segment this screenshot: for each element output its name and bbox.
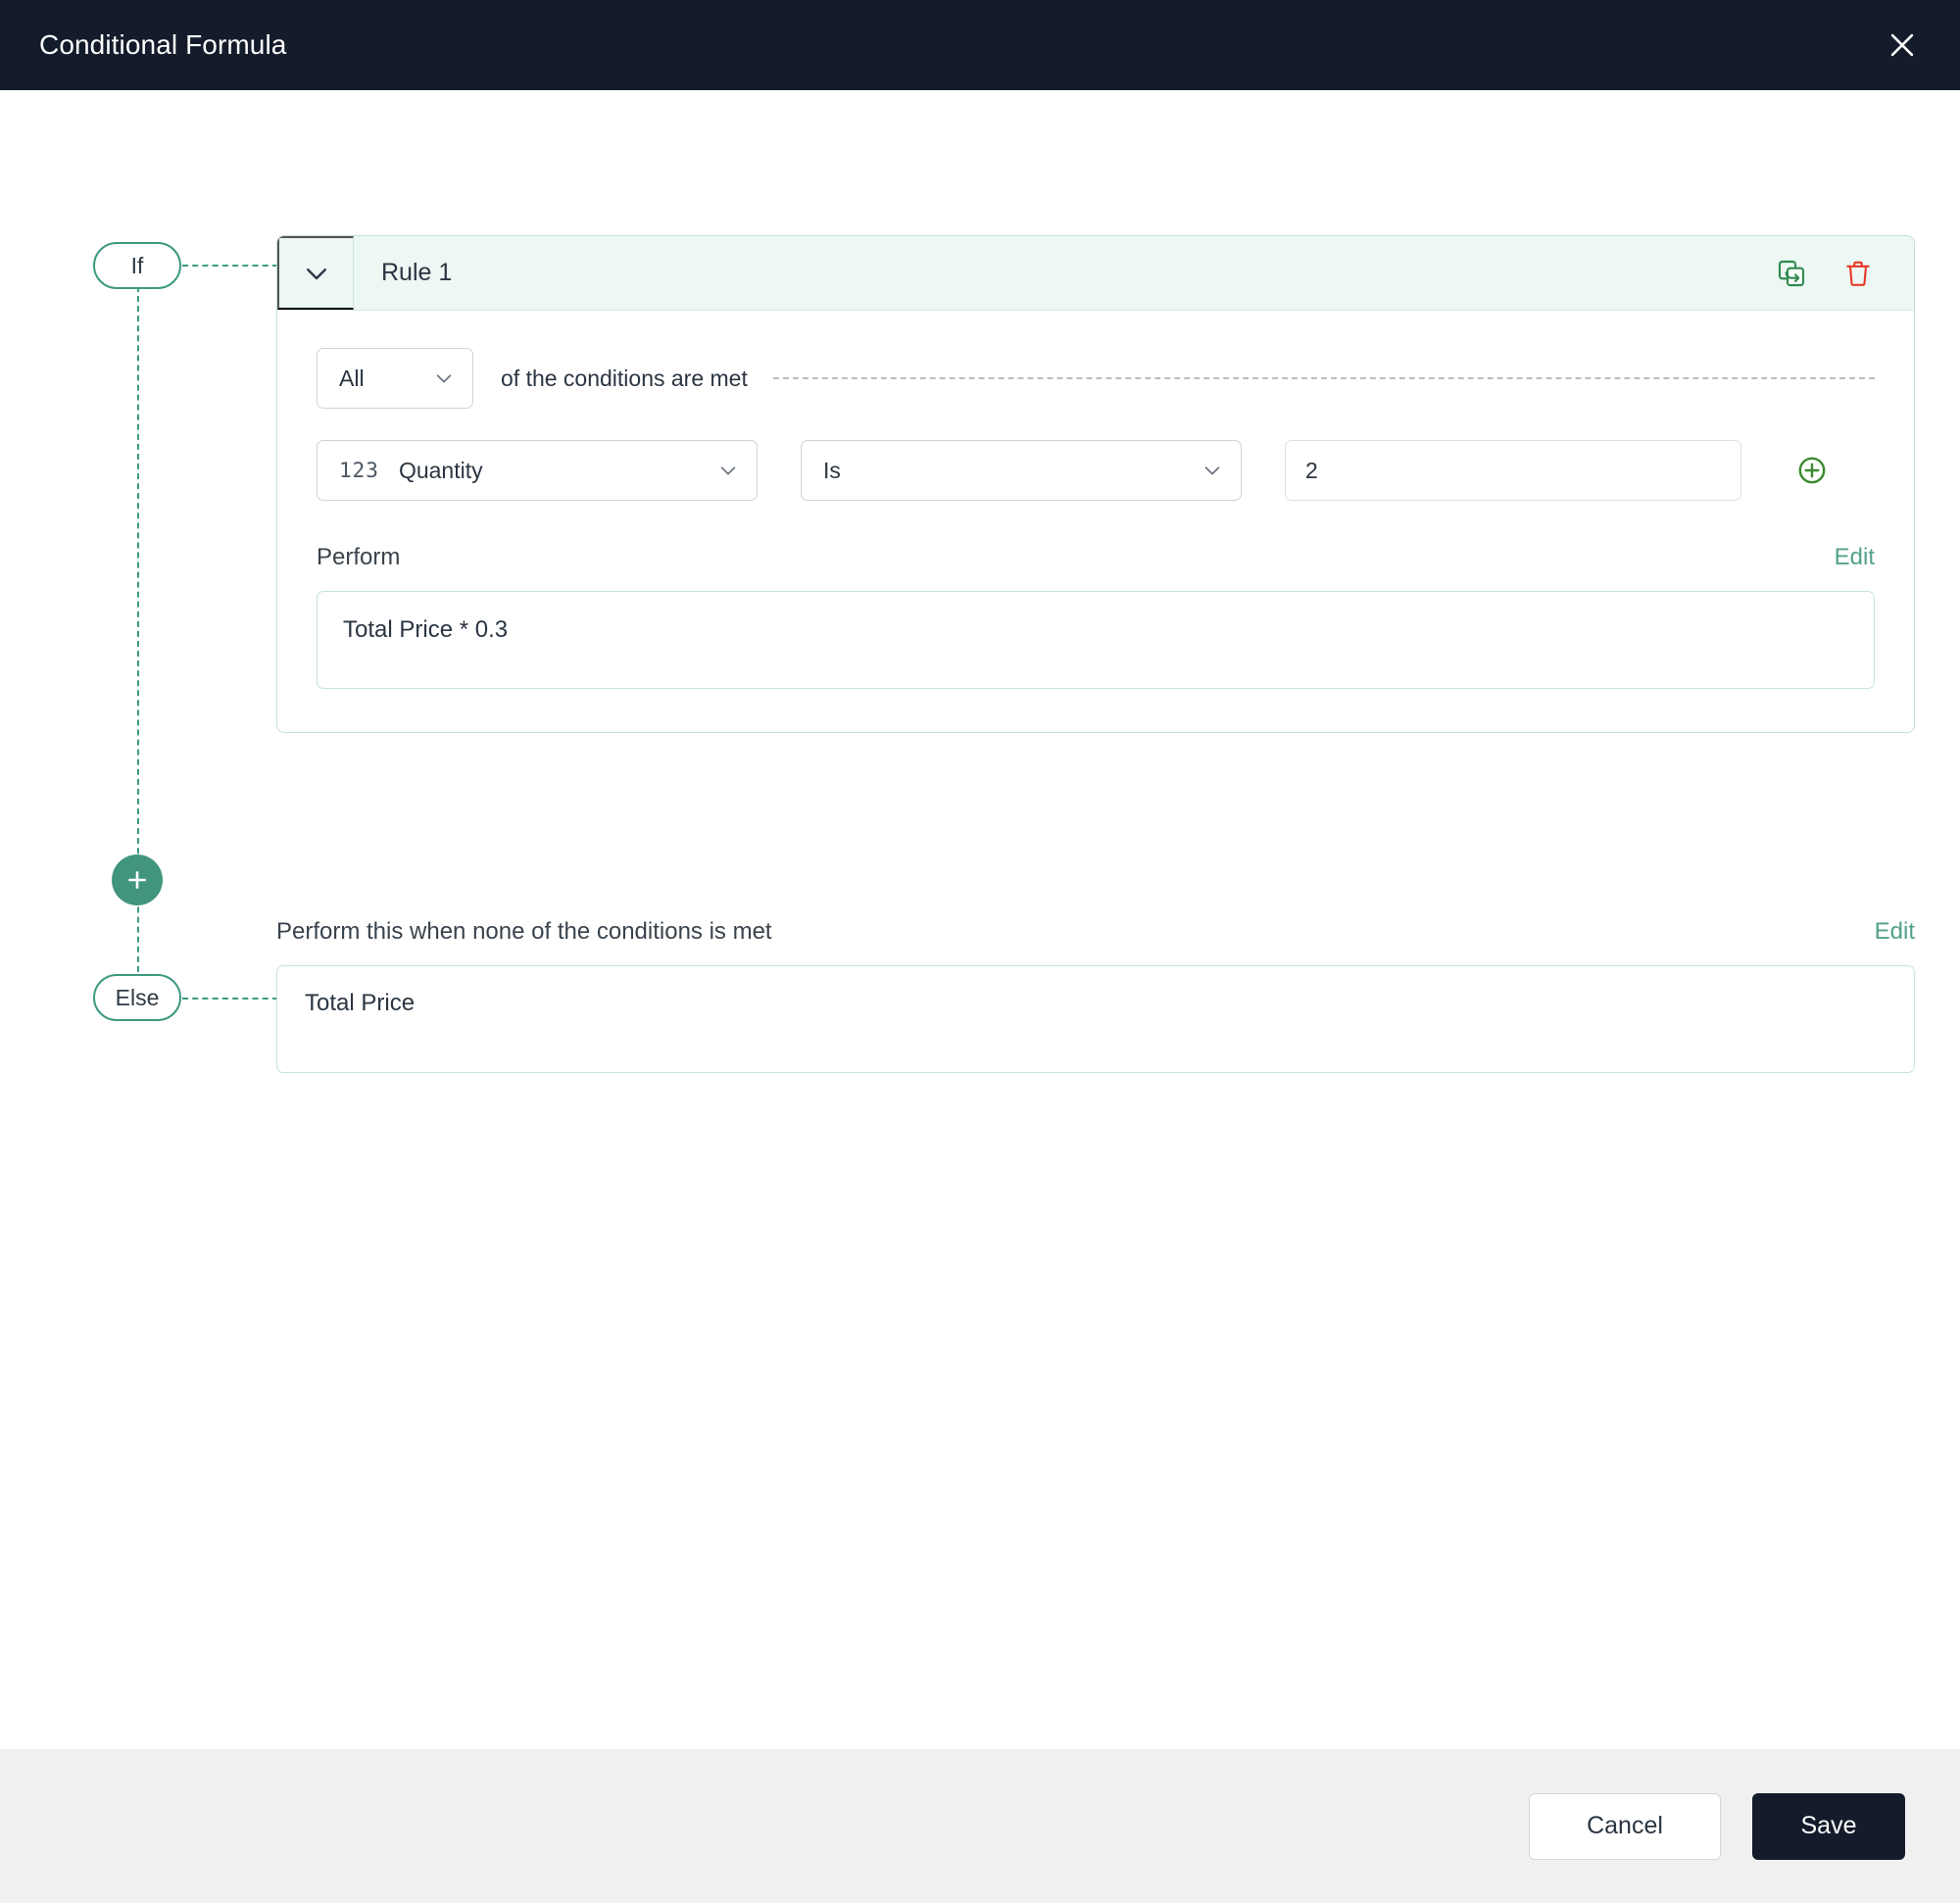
if-badge-label: If [130,252,144,278]
match-type-value: All [339,365,365,391]
modal-footer: Cancel Save [0,1749,1960,1903]
perform-label: Perform [317,544,401,570]
chevron-down-icon [302,259,331,288]
plus-icon [124,867,150,893]
perform-formula-box[interactable]: Total Price * 0.3 [317,591,1875,689]
cancel-button[interactable]: Cancel [1529,1792,1721,1860]
conditional-formula-modal: Conditional Formula If Else Rule 1 All o… [0,0,1960,1903]
flow-connector-if [182,265,278,267]
else-badge-label: Else [115,984,160,1010]
plus-circle-icon [1795,454,1829,487]
trash-icon [1842,258,1874,289]
condition-operator-value: Is [823,457,841,483]
close-icon [1886,28,1919,62]
chevron-down-icon [1201,460,1223,481]
rule-actions [1771,236,1914,310]
add-condition-button[interactable] [1790,449,1834,492]
modal-titlebar: Conditional Formula [0,0,1960,90]
number-field-type-icon: 123 [339,459,379,482]
duplicate-icon [1776,258,1807,289]
rule-collapse-toggle[interactable] [277,236,354,310]
flow-connector-else [182,998,278,1000]
edit-perform-formula-link[interactable]: Edit [1835,544,1875,571]
rule-title: Rule 1 [381,259,453,286]
modal-body: If Else Rule 1 All of the conditions are… [0,90,1960,1749]
else-header: Perform this when none of the conditions… [276,918,1915,946]
condition-field-select[interactable]: 123 Quantity [317,440,758,501]
page-title: Conditional Formula [39,29,287,60]
match-type-row: All of the conditions are met [317,348,1875,409]
rule-card: Rule 1 All of the conditions are met 123… [276,235,1915,733]
chevron-down-icon [433,367,455,389]
else-section: Perform this when none of the conditions… [276,918,1915,1073]
save-button[interactable]: Save [1752,1792,1905,1860]
delete-rule-button[interactable] [1838,253,1879,294]
edit-else-formula-link[interactable]: Edit [1875,918,1915,946]
close-button[interactable] [1874,17,1931,73]
condition-value-input[interactable] [1285,440,1741,501]
condition-operator-select[interactable]: Is [801,440,1242,501]
chevron-down-icon [717,460,739,481]
condition-row: 123 Quantity Is [317,440,1875,501]
else-label: Perform this when none of the conditions… [276,918,772,945]
rule-header: Rule 1 [277,236,1914,311]
add-rule-button[interactable] [112,854,163,905]
match-type-select[interactable]: All [317,348,473,409]
condition-field-value: Quantity [398,457,483,483]
else-badge[interactable]: Else [93,974,181,1021]
else-formula-box[interactable]: Total Price [276,965,1915,1073]
match-type-caption: of the conditions are met [501,365,748,391]
duplicate-rule-button[interactable] [1771,253,1812,294]
rule-body: All of the conditions are met 123 Quanti… [277,311,1914,732]
if-badge[interactable]: If [93,242,181,289]
match-row-divider [772,377,1875,379]
perform-header: Perform Edit [317,544,1875,571]
